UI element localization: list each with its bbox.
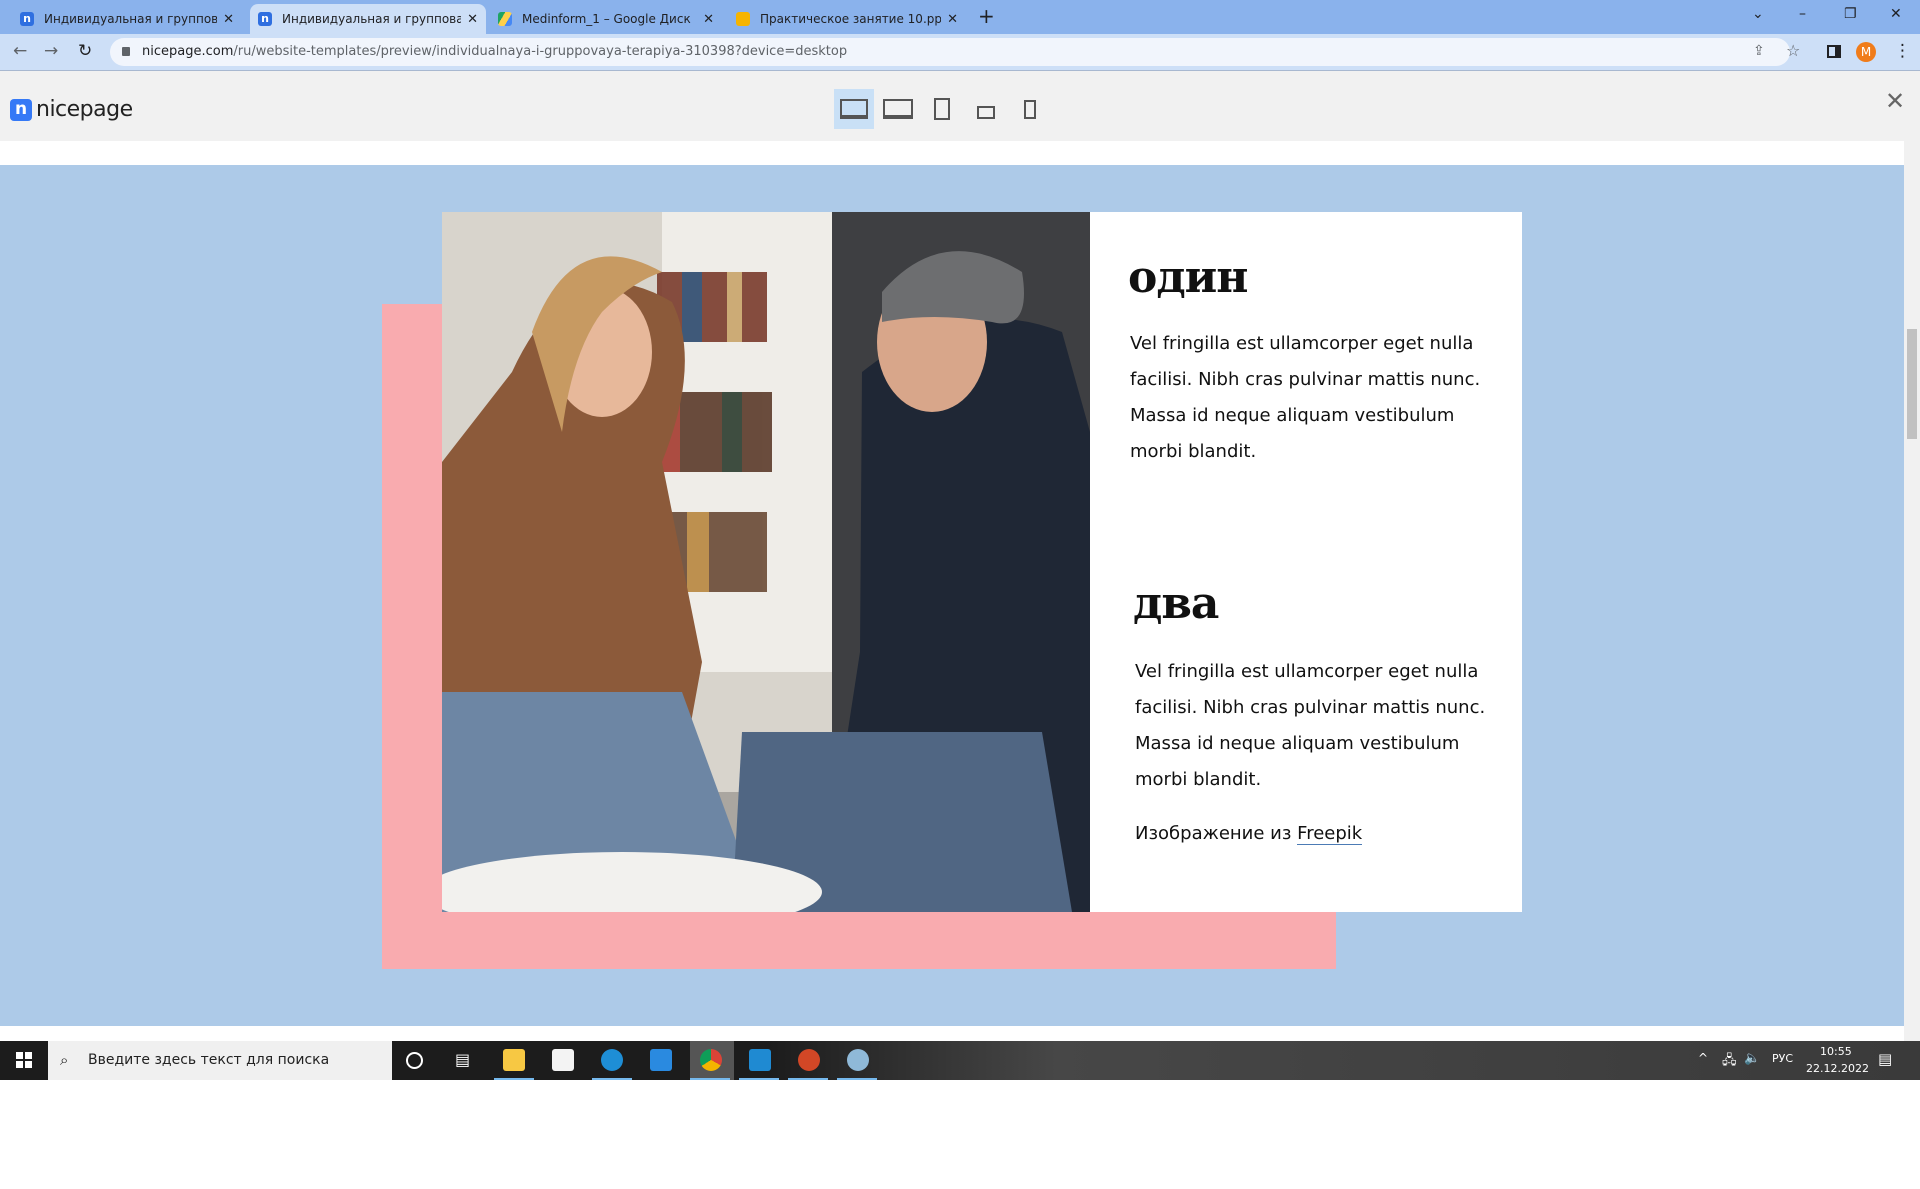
nicepage-icon: n [258,12,272,26]
device-phone-landscape-button[interactable] [966,89,1006,129]
search-placeholder: Введите здесь текст для поиска [88,1052,330,1068]
image-credit: Изображение из Freepik [1135,816,1515,852]
tab-2[interactable]: n Индивидуальная и групповая те ✕ [250,4,486,34]
minimize-icon[interactable]: – [1799,6,1806,22]
address-bar-row: ← → ↻ nicepage.com/ru/website-templates/… [0,34,1920,70]
search-icon: ⌕ [60,1051,69,1069]
tab-3[interactable]: Medinform_1 – Google Диск ✕ [490,4,722,34]
new-tab-button[interactable]: + [978,4,995,28]
heading-two: два [1133,578,1219,629]
google-drive-icon [498,12,512,26]
phone-icon [1024,99,1036,119]
task-view-icon[interactable]: ▤ [455,1050,470,1069]
url-host: nicepage.com [142,44,234,59]
logo-text: nicepage [36,97,133,122]
profile-avatar[interactable]: M [1856,42,1876,62]
tab-title: Индивидуальная и групповая те [282,12,462,26]
device-laptop-button[interactable] [878,89,918,129]
close-preview-icon[interactable]: ✕ [1885,87,1905,115]
notifications-icon[interactable]: ▤ [1878,1050,1892,1068]
tab-4[interactable]: Практическое занятие 10.pptx - ✕ [728,4,966,34]
nicepage-logo[interactable]: n nicepage [10,97,133,122]
url-path: /ru/website-templates/preview/individual… [233,44,848,59]
tab-title: Medinform_1 – Google Диск [522,12,691,26]
close-tab-icon[interactable]: ✕ [467,12,478,27]
paint-icon[interactable] [847,1049,869,1071]
store-icon[interactable] [552,1049,574,1071]
network-icon[interactable]: 🖧 [1722,1051,1737,1073]
restore-icon[interactable]: ❐ [1844,6,1857,22]
paragraph-two: Vel fringilla est ullamcorper eget nulla… [1135,661,1486,790]
device-tablet-button[interactable] [922,89,962,129]
close-tab-icon[interactable]: ✕ [947,12,958,27]
tab-bar: n Индивидуальная и групповая те ✕ n Инди… [0,0,1920,34]
windows-start-icon[interactable] [16,1052,32,1068]
back-icon[interactable]: ← [13,41,27,61]
clock-date[interactable]: 22.12.2022 [1806,1062,1869,1075]
tab-1[interactable]: n Индивидуальная и групповая те ✕ [12,4,242,34]
lock-icon [122,47,130,56]
paragraph-one: Vel fringilla est ullamcorper eget nulla… [1130,333,1481,462]
desktop-icon [840,99,868,119]
close-tab-icon[interactable]: ✕ [223,12,234,27]
device-phone-button[interactable] [1010,89,1050,129]
file-explorer-icon[interactable] [503,1049,525,1071]
therapy-photo [442,212,1090,912]
reload-icon[interactable]: ↻ [78,41,92,61]
vscode-icon[interactable] [749,1049,771,1071]
google-slides-icon [736,12,750,26]
tablet-icon [934,98,950,120]
device-desktop-button[interactable] [834,89,874,129]
share-icon[interactable]: ⇪ [1753,43,1765,59]
mail-icon[interactable] [650,1049,672,1071]
phone-landscape-icon [977,105,995,119]
taskbar-search-input[interactable]: ⌕ Введите здесь текст для поиска [48,1041,392,1080]
chrome-icon[interactable] [700,1049,722,1071]
cortana-icon[interactable] [406,1052,423,1069]
tray-chevron-icon[interactable]: ^ [1698,1051,1708,1065]
close-window-icon[interactable]: ✕ [1890,6,1902,22]
menu-icon[interactable]: ⋮ [1894,41,1911,61]
url-input[interactable]: nicepage.com/ru/website-templates/previe… [110,38,1790,66]
side-panel-icon[interactable] [1827,45,1841,58]
nicepage-preview-header: n nicepage ✕ [0,70,1920,141]
taskbar: ⌕ Введите здесь текст для поиска ▤ ^ 🖧 🔈… [0,1041,1920,1080]
nicepage-logo-icon: n [10,98,32,121]
forward-icon[interactable]: → [44,41,58,61]
credit-prefix: Изображение из [1135,823,1292,844]
volume-muted-icon[interactable]: 🔈 [1744,1051,1760,1066]
bookmark-star-icon[interactable]: ☆ [1786,41,1800,60]
language-indicator[interactable]: РУС [1772,1052,1793,1065]
scrollbar[interactable] [1904,141,1920,1041]
tab-title: Индивидуальная и групповая те [44,12,218,26]
heading-one: один [1128,252,1249,303]
laptop-icon [883,99,913,119]
tab-title: Практическое занятие 10.pptx - [760,12,942,26]
edge-icon[interactable] [601,1049,623,1071]
close-tab-icon[interactable]: ✕ [703,12,714,27]
text-card: один Vel fringilla est ullamcorper eget … [1090,212,1522,912]
scrollbar-thumb[interactable] [1907,329,1917,439]
tab-search-icon[interactable]: ⌄ [1752,6,1764,22]
clock-time[interactable]: 10:55 [1820,1045,1852,1058]
freepik-link[interactable]: Freepik [1297,823,1363,845]
powerpoint-icon[interactable] [798,1049,820,1071]
nicepage-icon: n [20,12,34,26]
